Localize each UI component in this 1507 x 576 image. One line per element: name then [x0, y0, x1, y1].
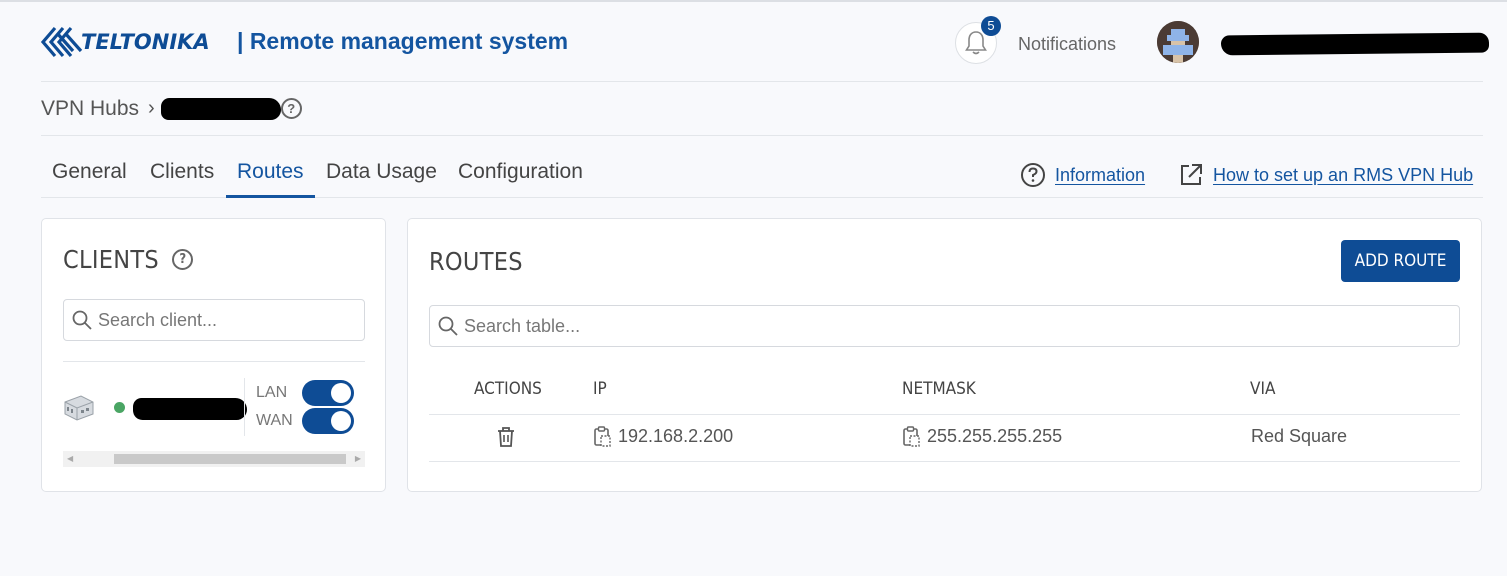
- lan-label: LAN: [256, 384, 288, 401]
- page: TELTONIKA | Remote management system 5 N…: [0, 0, 1507, 576]
- header-divider: [429, 414, 1460, 415]
- scrollbar-thumb[interactable]: [114, 454, 346, 464]
- tab-bar: General Clients Routes Data Usage Config…: [41, 136, 1483, 198]
- row-divider: [429, 461, 1460, 462]
- breadcrumb-vpn-hubs[interactable]: VPN Hubs: [41, 97, 139, 121]
- tab-routes[interactable]: Routes: [226, 158, 315, 198]
- how-to-link[interactable]: How to set up an RMS VPN Hub: [1178, 162, 1473, 188]
- column-header-actions[interactable]: ACTIONS: [474, 379, 542, 399]
- delete-route-button[interactable]: [496, 426, 523, 448]
- router-device-icon: [64, 395, 94, 421]
- teltonika-logo[interactable]: TELTONIKA: [41, 24, 210, 60]
- column-header-netmask[interactable]: NETMASK: [902, 379, 976, 399]
- clients-panel: CLIENTS ? LAN: [41, 218, 386, 492]
- add-route-button[interactable]: ADD ROUTE: [1341, 240, 1460, 282]
- client-search-input[interactable]: [98, 309, 347, 331]
- notifications-count-badge: 5: [981, 16, 1001, 36]
- tab-data-usage[interactable]: Data Usage: [315, 158, 448, 198]
- external-link-icon: [1181, 164, 1202, 185]
- wan-toggle[interactable]: [302, 408, 354, 434]
- online-status-dot: [114, 402, 125, 413]
- routes-table-search[interactable]: [429, 305, 1460, 347]
- question-circle-icon: [1021, 163, 1045, 187]
- trash-icon: [498, 427, 514, 447]
- copy-clipboard-icon[interactable]: [903, 426, 920, 447]
- column-header-via[interactable]: VIA: [1250, 379, 1275, 399]
- brand-name: TELTONIKA: [81, 30, 210, 54]
- top-header: TELTONIKA | Remote management system 5 N…: [41, 2, 1490, 82]
- chevron-right-icon: ›: [148, 97, 155, 119]
- tab-general[interactable]: General: [41, 158, 138, 198]
- copy-clipboard-icon[interactable]: [594, 426, 611, 447]
- avatar-icon: [1157, 21, 1199, 63]
- information-link[interactable]: Information: [1020, 162, 1145, 188]
- route-ip: 192.168.2.200: [618, 426, 734, 446]
- how-to-link-label[interactable]: How to set up an RMS VPN Hub: [1213, 165, 1473, 186]
- routes-panel: ROUTES ADD ROUTE ACTIONS IP NETMASK VIA: [407, 218, 1482, 492]
- breadcrumb: VPN Hubs › ?: [41, 82, 1483, 136]
- redacted-hub-name: [160, 97, 281, 120]
- route-netmask-cell: 255.255.255.255: [903, 426, 1062, 447]
- lan-toggle[interactable]: [302, 380, 354, 406]
- user-avatar[interactable]: [1157, 21, 1199, 63]
- route-ip-cell: 192.168.2.200: [594, 426, 733, 447]
- wan-label: WAN: [256, 412, 293, 429]
- information-link-label[interactable]: Information: [1055, 165, 1145, 186]
- clients-help-icon[interactable]: ?: [172, 248, 194, 270]
- lan-toggle-knob: [331, 383, 351, 403]
- route-via-cell: Red Square: [1251, 426, 1347, 447]
- help-icon[interactable]: ?: [280, 98, 302, 119]
- routes-search-input[interactable]: [464, 315, 1332, 337]
- horizontal-scrollbar[interactable]: ◀ ▶: [63, 451, 365, 467]
- clients-title-text: CLIENTS: [63, 245, 160, 274]
- app-title: | Remote management system: [237, 28, 569, 54]
- teltonika-logo-icon: [41, 26, 83, 58]
- column-header-ip[interactable]: IP: [593, 379, 607, 399]
- search-icon: [72, 310, 92, 330]
- client-search[interactable]: [63, 299, 365, 341]
- tab-configuration[interactable]: Configuration: [447, 158, 594, 198]
- redacted-username: [1220, 32, 1490, 56]
- scroll-right-icon[interactable]: ▶: [355, 454, 361, 463]
- scroll-left-icon[interactable]: ◀: [67, 454, 73, 463]
- route-netmask: 255.255.255.255: [927, 426, 1063, 446]
- search-icon: [438, 316, 458, 336]
- clients-title: CLIENTS ?: [63, 245, 194, 274]
- client-toggles: LAN WAN: [244, 378, 365, 436]
- routes-title: ROUTES: [429, 247, 523, 276]
- tab-clients[interactable]: Clients: [139, 158, 225, 198]
- wan-toggle-knob: [331, 411, 351, 431]
- route-via: Red Square: [1251, 426, 1348, 446]
- notifications-label[interactable]: Notifications: [1018, 34, 1116, 55]
- redacted-client-name: [133, 398, 247, 420]
- client-list-item[interactable]: LAN WAN: [63, 361, 365, 437]
